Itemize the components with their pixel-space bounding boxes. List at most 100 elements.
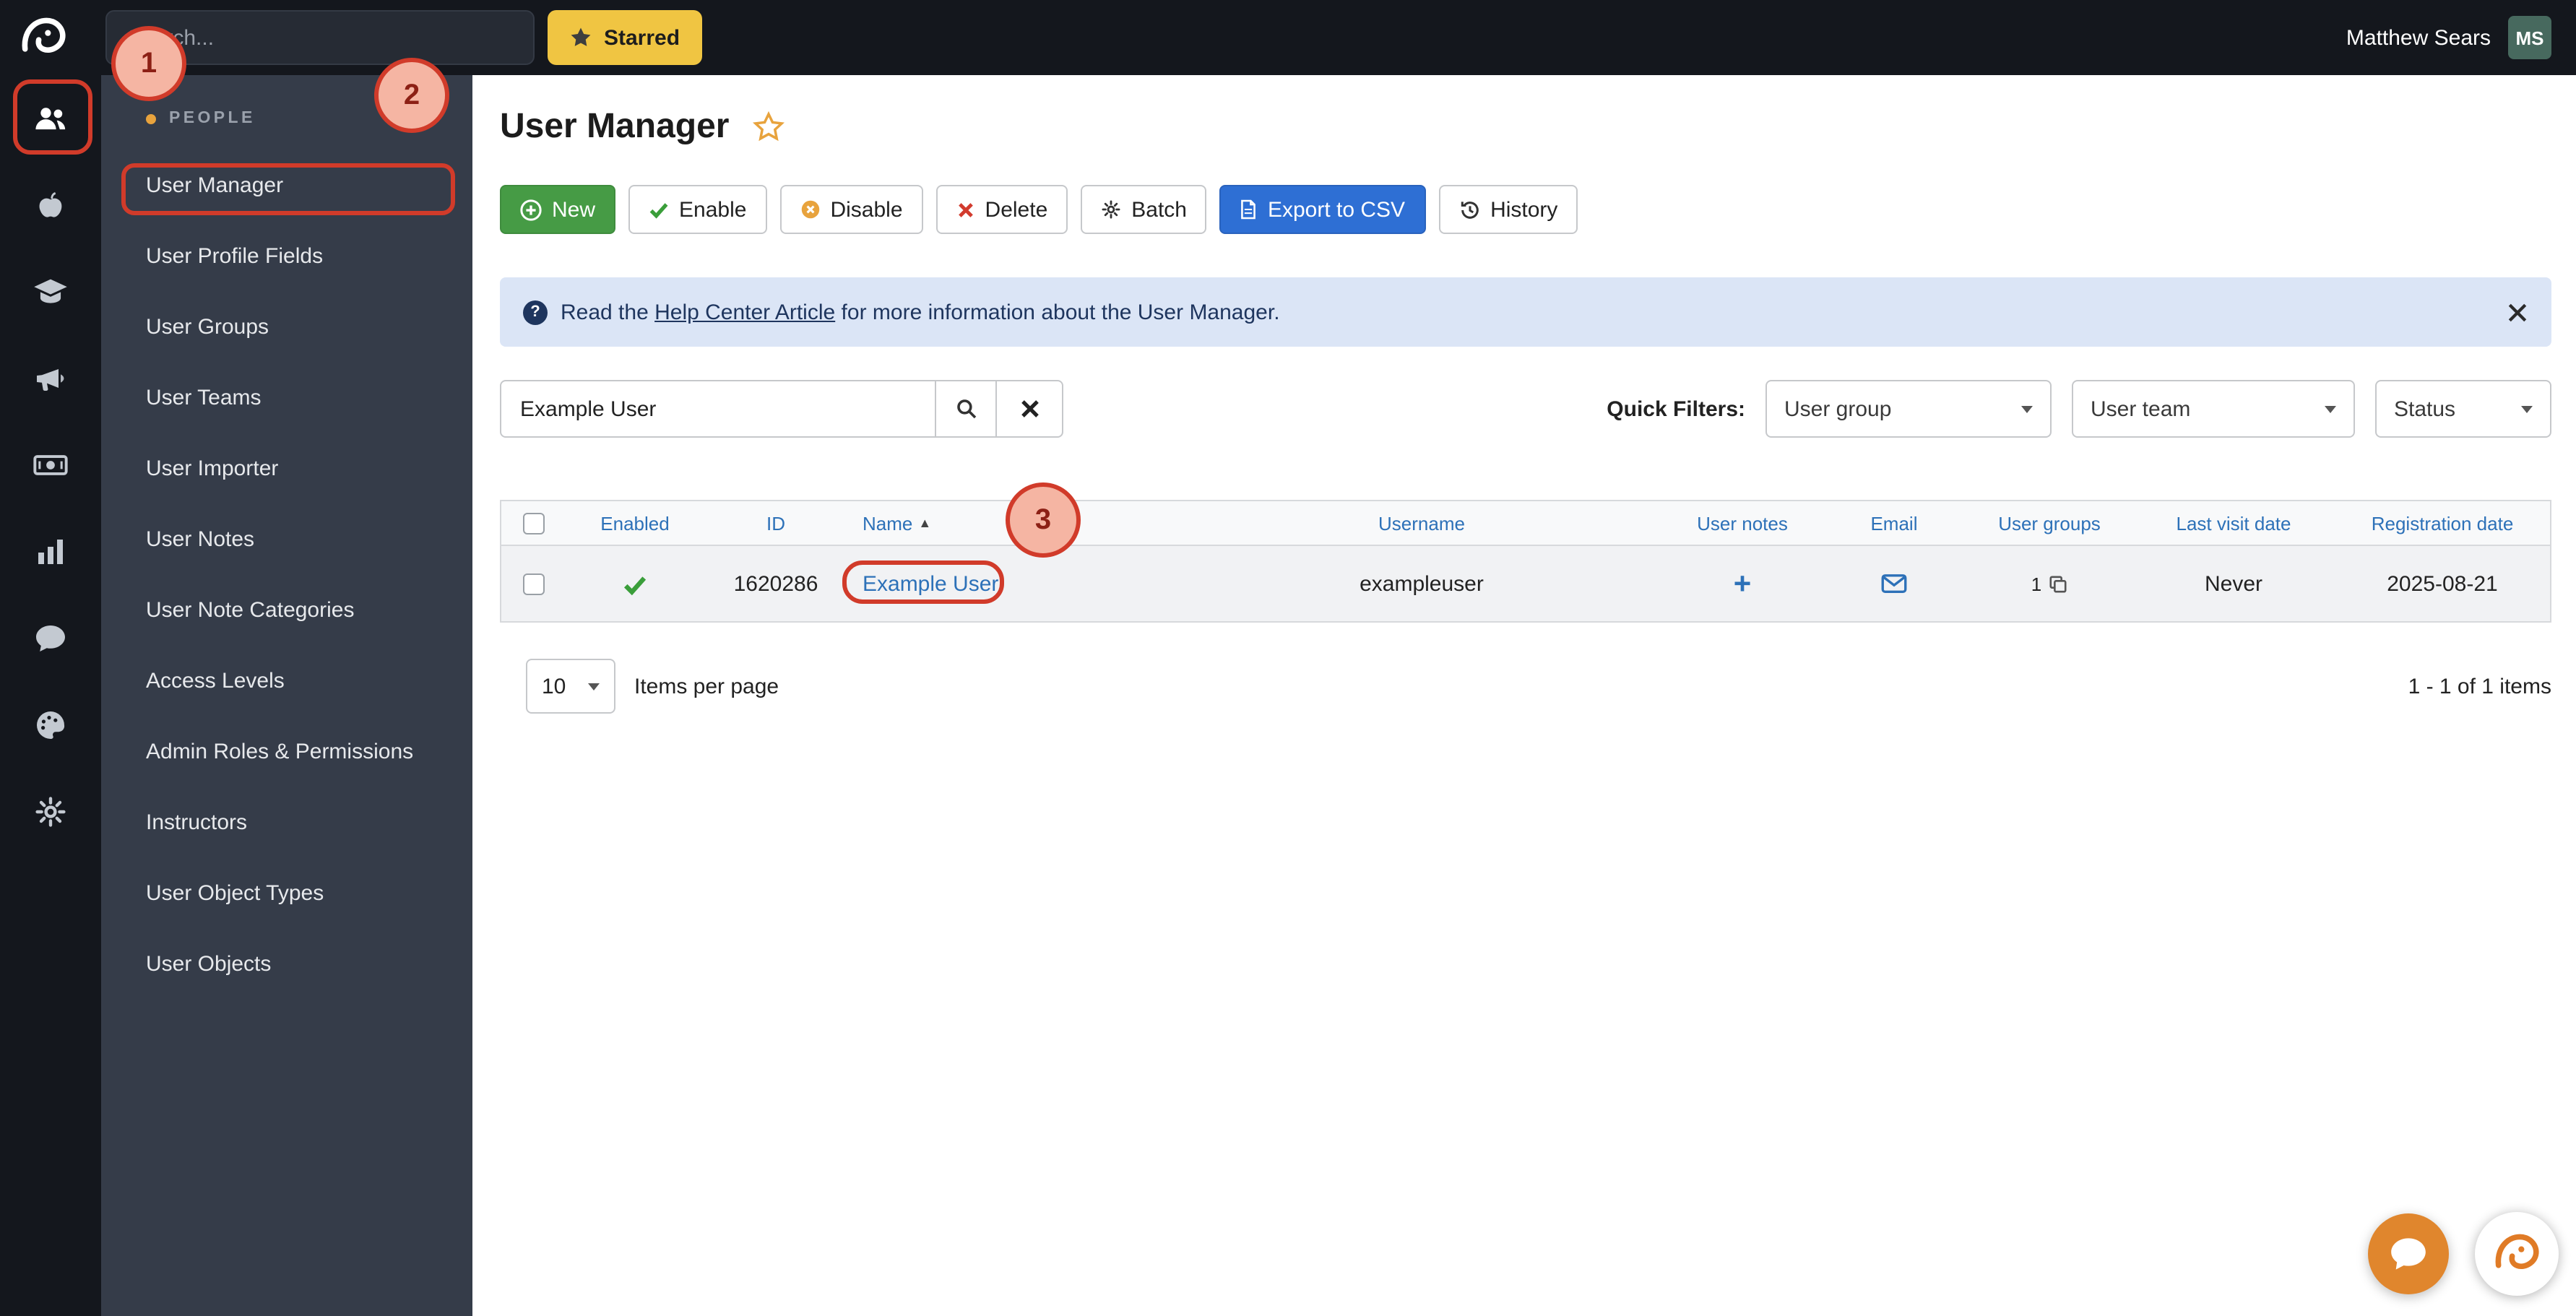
rail-item-billing[interactable] [0,422,101,508]
column-header-user-groups[interactable]: User groups [1966,512,2132,534]
chat-widget-button[interactable] [2368,1213,2449,1294]
column-header-enabled[interactable]: Enabled [566,512,704,534]
pagination-row: 10 Items per page 1 - 1 of 1 items [500,659,2551,714]
row-select-cell [501,573,566,594]
user-search-input[interactable] [500,380,936,438]
check-icon [649,203,668,219]
disable-button[interactable]: Disable [779,185,923,234]
page-size-select[interactable]: 10 [526,659,615,714]
star-outline-icon [752,111,785,142]
file-icon [1242,199,1256,220]
main-content: User Manager New Enable Disable Delete B… [472,75,2576,1316]
rail-item-design[interactable] [0,682,101,769]
users-icon [35,108,66,130]
megaphone-icon [37,369,64,391]
user-name-link[interactable]: Example User [863,571,998,596]
history-button[interactable]: History [1438,185,1578,234]
sort-asc-icon: ▲ [918,516,932,530]
status-select[interactable]: Status [2375,380,2551,438]
column-header-name[interactable]: Name ▲ [848,512,1180,534]
help-icon: ? [523,300,548,324]
rail-item-marketing[interactable] [0,335,101,422]
sidebar-item-user-note-categories[interactable]: User Note Categories [101,575,472,646]
sidebar-item-user-object-types[interactable]: User Object Types [101,858,472,929]
banner-close-icon[interactable] [2507,301,2528,323]
column-header-last-visit[interactable]: Last visit date [2132,512,2335,534]
sidebar-item-user-objects[interactable]: User Objects [101,929,472,1000]
delete-button[interactable]: Delete [935,185,1068,234]
name-cell: Example User [848,571,1180,596]
copy-icon[interactable] [2049,574,2067,593]
rail-item-settings[interactable] [0,769,101,855]
sidebar-item-user-notes[interactable]: User Notes [101,504,472,575]
elephant-logo-icon [2495,1234,2539,1269]
chevron-down-icon [2521,405,2533,412]
favorite-star-button[interactable] [752,111,785,143]
sidebar-item-user-teams[interactable]: User Teams [101,363,472,433]
section-label: PEOPLE [169,110,256,127]
rail-item-messages[interactable] [0,595,101,682]
star-icon [571,27,591,46]
user-team-select[interactable]: User team [2072,380,2355,438]
app-logo[interactable] [14,9,72,66]
sidebar-item-admin-roles-permissions[interactable]: Admin Roles & Permissions [101,717,472,787]
banner-text: Read the Help Center Article for more in… [561,300,1280,324]
global-search-input[interactable] [105,10,535,65]
banknote-icon [33,455,68,475]
rail-item-engagement[interactable] [0,162,101,248]
enabled-check-icon [623,576,647,595]
banner-text-before: Read the [561,300,655,324]
column-header-id[interactable]: ID [704,512,848,534]
starred-button[interactable]: Starred [548,10,702,65]
row-checkbox[interactable] [523,573,545,594]
chevron-down-icon [2021,405,2033,412]
sidebar-item-access-levels[interactable]: Access Levels [101,646,472,717]
circle-x-icon [801,200,819,219]
sidebar-item-user-profile-fields[interactable]: User Profile Fields [101,221,472,292]
sidebar: PEOPLE User Manager User Profile Fields … [101,75,472,1316]
select-all-cell [501,512,566,534]
user-notes-cell: + [1663,568,1822,599]
account-user-name[interactable]: Matthew Sears [2346,25,2491,50]
column-header-email[interactable]: Email [1822,512,1966,534]
help-center-link[interactable]: Help Center Article [654,300,835,324]
items-per-page-label: Items per page [634,674,779,698]
clear-search-button[interactable] [995,380,1063,438]
new-button[interactable]: New [500,185,616,234]
elephant-logo-icon [22,17,66,53]
rail-item-courses[interactable] [0,248,101,335]
chevron-down-icon [588,683,600,690]
brand-logo-button[interactable] [2475,1212,2559,1296]
rail-item-people[interactable] [0,75,101,162]
column-header-username[interactable]: Username [1180,512,1663,534]
chat-bubble-icon [36,625,65,651]
registration-cell: 2025-08-21 [2387,571,2498,596]
clear-x-icon [1021,400,1038,417]
graduation-cap-icon [34,279,67,303]
batch-button[interactable]: Batch [1081,185,1207,234]
export-csv-button[interactable]: Export to CSV [1219,185,1426,234]
column-header-registration[interactable]: Registration date [2335,512,2550,534]
rail-item-reports[interactable] [0,508,101,595]
user-group-select[interactable]: User group [1765,380,2052,438]
sidebar-item-user-manager[interactable]: User Manager [101,150,472,221]
icon-rail [0,75,101,1316]
enabled-cell [566,571,704,596]
add-note-icon[interactable]: + [1734,568,1752,599]
avatar[interactable]: MS [2508,16,2551,59]
enable-button[interactable]: Enable [628,185,767,234]
action-toolbar: New Enable Disable Delete Batch Export t… [500,185,2551,234]
email-cell [1822,573,1966,594]
user-groups-count: 1 [2031,573,2042,594]
sidebar-item-user-importer[interactable]: User Importer [101,433,472,504]
envelope-icon[interactable] [1881,573,1907,594]
chevron-down-icon [2325,405,2336,412]
select-all-checkbox[interactable] [523,512,545,534]
search-button[interactable] [935,380,997,438]
sidebar-item-user-groups[interactable]: User Groups [101,292,472,363]
column-header-user-notes[interactable]: User notes [1663,512,1822,534]
bar-chart-icon [38,540,63,564]
sidebar-item-instructors[interactable]: Instructors [101,787,472,858]
banner-text-after: for more information about the User Mana… [835,300,1280,324]
search-icon [956,399,976,419]
